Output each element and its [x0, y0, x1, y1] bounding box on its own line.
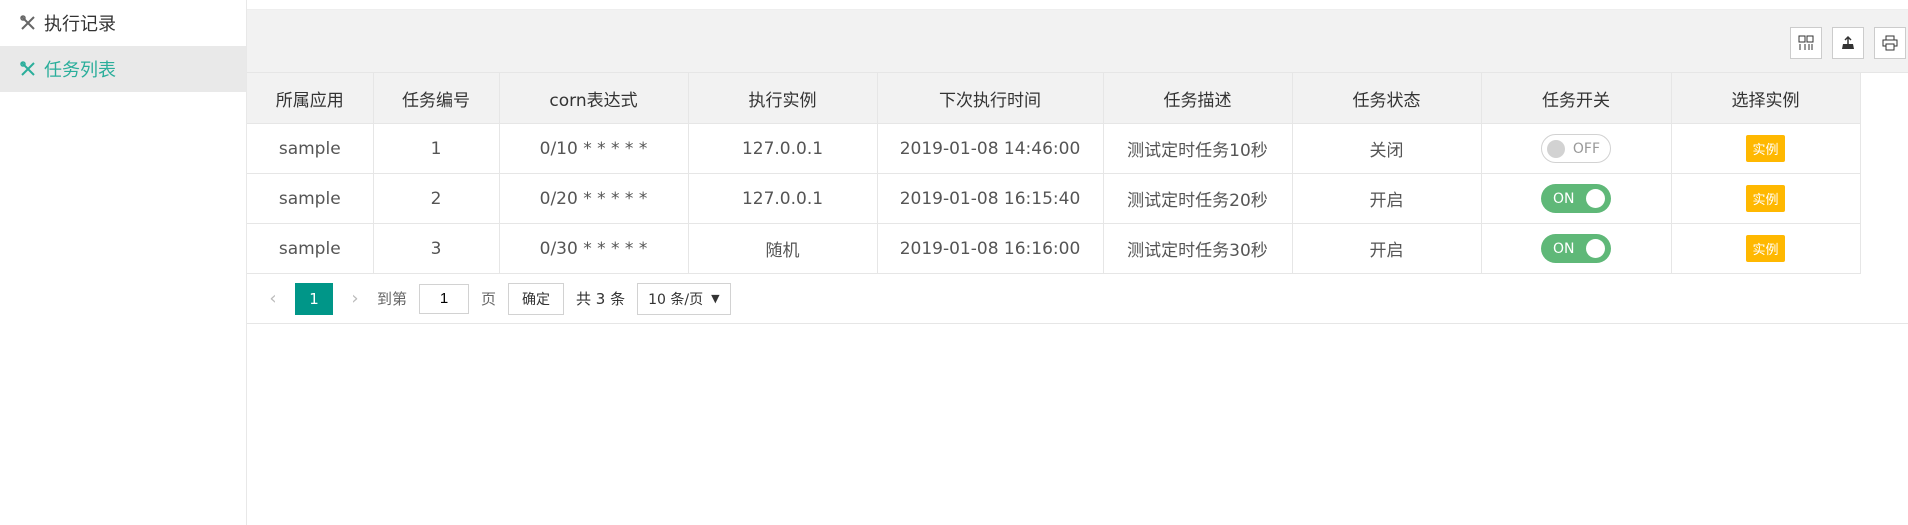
cell-desc: 测试定时任务10秒 — [1103, 123, 1293, 174]
print-icon[interactable] — [1874, 27, 1906, 59]
table-header-row: 所属应用 任务编号 corn表达式 执行实例 下次执行时间 任务描述 任务状态 … — [247, 73, 1861, 124]
select-instance-button[interactable]: 实例 — [1746, 235, 1785, 262]
column-header[interactable]: 任务状态 — [1292, 73, 1482, 124]
toggle-knob — [1586, 239, 1605, 258]
column-header[interactable]: 任务编号 — [373, 73, 500, 124]
top-spacer — [247, 0, 1908, 10]
goto-page-input[interactable] — [419, 283, 470, 314]
column-header[interactable]: 执行实例 — [688, 73, 878, 124]
select-instance-button[interactable]: 实例 — [1746, 185, 1785, 212]
column-header[interactable]: 所属应用 — [247, 73, 374, 124]
task-switch-toggle[interactable]: ON — [1541, 234, 1611, 263]
prev-page-icon[interactable]: ‹ — [261, 284, 285, 314]
sidebar: 执行记录 任务列表 — [0, 0, 247, 525]
table-row: sample 1 0/10 * * * * * 127.0.0.1 2019-0… — [247, 123, 1861, 174]
dropdown-arrow-icon: ▼ — [711, 292, 720, 305]
cell-app: sample — [247, 223, 374, 274]
columns-filter-icon[interactable] — [1790, 27, 1822, 59]
table-row: sample 2 0/20 * * * * * 127.0.0.1 2019-0… — [247, 173, 1861, 224]
export-icon[interactable] — [1832, 27, 1864, 59]
cell-id: 1 — [373, 123, 500, 174]
tools-icon — [20, 61, 36, 77]
cell-cron: 0/20 * * * * * — [499, 173, 689, 224]
cell-switch: ON — [1481, 223, 1672, 274]
column-header[interactable]: corn表达式 — [499, 73, 689, 124]
cell-desc: 测试定时任务30秒 — [1103, 223, 1293, 274]
toggle-knob — [1586, 189, 1605, 208]
cell-status: 关闭 — [1292, 123, 1482, 174]
cell-instance: 随机 — [688, 223, 878, 274]
table-row: sample 3 0/30 * * * * * 随机 2019-01-08 16… — [247, 223, 1861, 274]
task-table: 所属应用 任务编号 corn表达式 执行实例 下次执行时间 任务描述 任务状态 … — [247, 73, 1861, 274]
cell-app: sample — [247, 123, 374, 174]
pagination: ‹ 1 › 到第 页 确定 共 3 条 10 条/页 ▼ — [247, 274, 1908, 324]
cell-cron: 0/10 * * * * * — [499, 123, 689, 174]
toggle-knob — [1547, 140, 1565, 158]
next-page-icon[interactable]: › — [343, 284, 367, 314]
cell-next-run: 2019-01-08 16:16:00 — [877, 223, 1104, 274]
sidebar-item-exec-log[interactable]: 执行记录 — [0, 0, 246, 46]
cell-action: 实例 — [1671, 123, 1861, 174]
tools-icon — [20, 15, 36, 31]
goto-label: 到第 — [377, 290, 408, 308]
cell-action: 实例 — [1671, 223, 1861, 274]
sidebar-item-label: 执行记录 — [44, 14, 116, 35]
cell-next-run: 2019-01-08 16:15:40 — [877, 173, 1104, 224]
column-header[interactable]: 任务开关 — [1481, 73, 1672, 124]
toggle-label: ON — [1553, 240, 1575, 257]
column-header[interactable]: 任务描述 — [1103, 73, 1293, 124]
sidebar-item-label: 任务列表 — [44, 60, 116, 81]
table-toolbar — [247, 10, 1908, 73]
total-count: 共 3 条 — [576, 290, 626, 308]
toggle-label: ON — [1553, 190, 1575, 207]
page-size-select[interactable]: 10 条/页 ▼ — [637, 282, 731, 315]
cell-action: 实例 — [1671, 173, 1861, 224]
toggle-label: OFF — [1572, 140, 1600, 157]
current-page[interactable]: 1 — [295, 282, 333, 315]
task-switch-toggle[interactable]: ON — [1541, 184, 1611, 213]
cell-app: sample — [247, 173, 374, 224]
cell-id: 3 — [373, 223, 500, 274]
cell-instance: 127.0.0.1 — [688, 173, 878, 224]
cell-desc: 测试定时任务20秒 — [1103, 173, 1293, 224]
page-unit-label: 页 — [481, 290, 497, 308]
cell-next-run: 2019-01-08 14:46:00 — [877, 123, 1104, 174]
cell-cron: 0/30 * * * * * — [499, 223, 689, 274]
cell-status: 开启 — [1292, 223, 1482, 274]
cell-instance: 127.0.0.1 — [688, 123, 878, 174]
sidebar-item-task-list[interactable]: 任务列表 — [0, 46, 246, 92]
column-header[interactable]: 选择实例 — [1671, 73, 1861, 124]
cell-id: 2 — [373, 173, 500, 224]
task-switch-toggle[interactable]: OFF — [1541, 134, 1611, 163]
page-size-value: 10 条/页 — [648, 291, 704, 308]
cell-status: 开启 — [1292, 173, 1482, 224]
cell-switch: OFF — [1481, 123, 1672, 174]
select-instance-button[interactable]: 实例 — [1746, 135, 1785, 162]
confirm-button[interactable]: 确定 — [508, 282, 565, 315]
column-header[interactable]: 下次执行时间 — [877, 73, 1104, 124]
main-content: 所属应用 任务编号 corn表达式 执行实例 下次执行时间 任务描述 任务状态 … — [247, 0, 1908, 525]
cell-switch: ON — [1481, 173, 1672, 224]
